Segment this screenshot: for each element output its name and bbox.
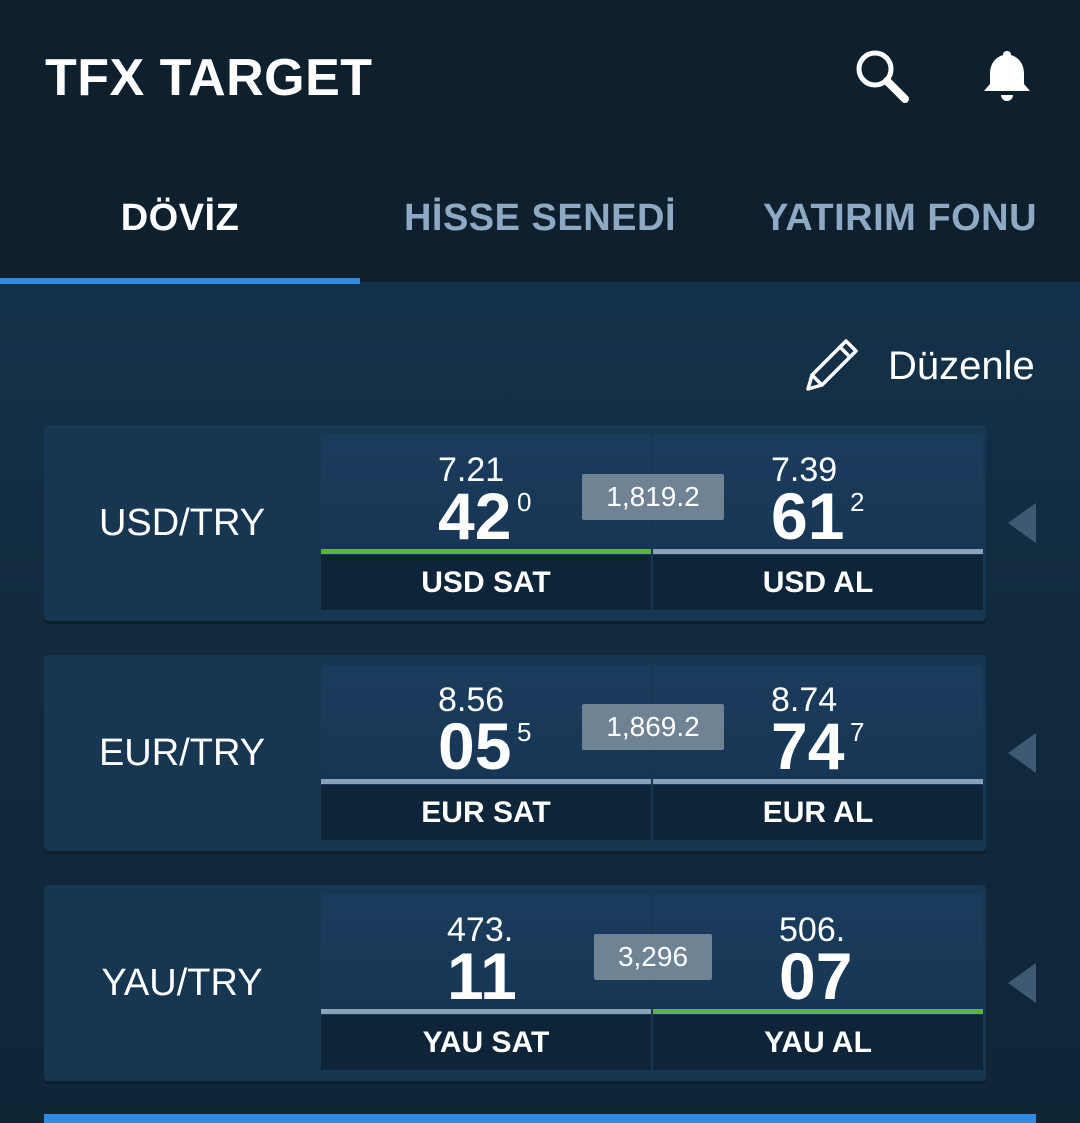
trend-line-up xyxy=(653,1009,983,1014)
sell-quote-button[interactable]: 8.56 05 5 EUR SAT xyxy=(321,665,651,840)
edit-button[interactable]: Düzenle xyxy=(800,335,1035,397)
bottom-action-bar[interactable] xyxy=(44,1114,1036,1123)
app-title: TFX TARGET xyxy=(45,49,373,107)
quote-card-usd-try[interactable]: USD/TRY 7.21 42 0 USD SAT 7.39 61 2 USD … xyxy=(44,425,986,621)
sell-label: YAU SAT xyxy=(321,1015,651,1070)
sell-quote-button[interactable]: 7.21 42 0 USD SAT xyxy=(321,435,651,610)
price-pip: 5 xyxy=(517,717,532,747)
tab-bar: DÖVİZ HİSSE SENEDİ YATIRIM FONU xyxy=(0,155,1080,286)
buy-quote-button[interactable]: 8.74 74 7 EUR AL xyxy=(653,665,983,840)
price-pip: 2 xyxy=(850,487,865,517)
quote-card-eur-try[interactable]: EUR/TRY 8.56 05 5 EUR SAT 8.74 74 7 EUR … xyxy=(44,655,986,851)
pencil-icon xyxy=(806,339,858,391)
pair-label: USD/TRY xyxy=(98,501,266,544)
price-main: 11 xyxy=(447,939,517,1013)
pair-label: YAU/TRY xyxy=(101,961,263,1004)
tab-yatirim-fonu[interactable]: YATIRIM FONU xyxy=(720,155,1080,282)
price-main: 42 xyxy=(438,479,512,553)
spread-badge: 1,869.2 xyxy=(582,704,724,750)
spread-badge: 1,819.2 xyxy=(582,474,724,520)
search-icon[interactable] xyxy=(850,45,912,107)
trend-line-neutral xyxy=(321,779,651,784)
buy-label: EUR AL xyxy=(653,785,983,840)
buy-label: USD AL xyxy=(653,555,983,610)
sell-label: EUR SAT xyxy=(321,785,651,840)
price-main: 61 xyxy=(771,479,845,553)
spread-badge: 3,296 xyxy=(594,934,712,980)
buy-quote-button[interactable]: 506. 07 YAU AL xyxy=(653,895,983,1070)
active-tab-indicator xyxy=(0,278,360,284)
price-main: 74 xyxy=(771,709,845,783)
trend-line-neutral xyxy=(653,779,983,784)
triangle-left-icon[interactable] xyxy=(1008,733,1036,773)
quote-card-yau-try[interactable]: YAU/TRY 473. 11 YAU SAT 506. 07 YAU AL 3… xyxy=(44,885,986,1081)
price-main: 05 xyxy=(438,709,512,783)
edit-label: Düzenle xyxy=(888,343,1035,388)
sell-label: USD SAT xyxy=(321,555,651,610)
triangle-left-icon[interactable] xyxy=(1008,503,1036,543)
trend-line-neutral xyxy=(653,549,983,554)
bell-icon[interactable] xyxy=(976,45,1038,107)
tab-doviz[interactable]: DÖVİZ xyxy=(0,155,360,282)
buy-label: YAU AL xyxy=(653,1015,983,1070)
pair-label: EUR/TRY xyxy=(98,731,266,774)
buy-quote-button[interactable]: 7.39 61 2 USD AL xyxy=(653,435,983,610)
price-pip: 0 xyxy=(517,487,532,517)
trend-line-up xyxy=(321,549,651,554)
price-pip: 7 xyxy=(850,717,865,747)
sell-quote-button[interactable]: 473. 11 YAU SAT xyxy=(321,895,651,1070)
app-bar: TFX TARGET xyxy=(0,0,1080,155)
trend-line-neutral xyxy=(321,1009,651,1014)
tab-hisse-senedi[interactable]: HİSSE SENEDİ xyxy=(360,155,720,282)
price-main: 07 xyxy=(779,939,853,1013)
triangle-left-icon[interactable] xyxy=(1008,963,1036,1003)
